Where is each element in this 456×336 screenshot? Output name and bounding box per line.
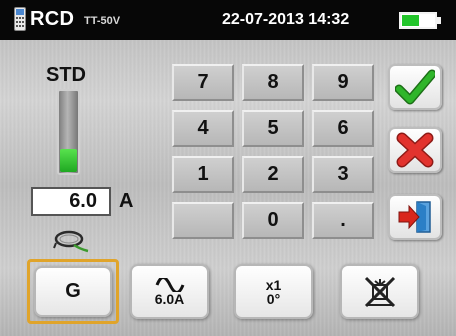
current-unit: A [119,190,134,212]
key-6[interactable]: 6 [312,110,374,147]
key-2[interactable]: 2 [242,156,304,193]
meter-icon [14,7,26,31]
screen: RCD TT-50V 22-07-2013 14:32 STD 6.0 A 7 … [0,0,456,336]
std-label: STD [46,64,86,86]
key-3[interactable]: 3 [312,156,374,193]
confirm-button[interactable] [388,64,442,110]
key-5[interactable]: 5 [242,110,304,147]
key-4[interactable]: 4 [172,110,234,147]
current-value-field[interactable]: 6.0 [31,187,111,216]
x-icon [396,132,434,168]
datetime: 22-07-2013 14:32 [222,11,350,28]
exit-button[interactable] [388,194,442,240]
key-7[interactable]: 7 [172,64,234,101]
battery-tip [437,17,441,24]
key-8[interactable]: 8 [242,64,304,101]
sine-wave-icon [155,277,184,292]
level-bar-fill [60,149,77,172]
multiplier-angle-button[interactable]: x1 0° [234,264,313,319]
clamp-icon [53,230,89,253]
waveform-current-label: 6.0A [154,290,185,307]
battery-level-fill [402,15,419,26]
check-icon [395,69,435,105]
waveform-current-button[interactable]: 6.0A [130,264,209,319]
page-title: RCD [30,8,75,30]
key-0[interactable]: 0 [242,202,304,239]
exit-icon [398,201,431,233]
test-type-label: G [65,280,81,302]
disabled-option-button[interactable] [340,264,419,319]
key-decimal[interactable]: . [312,202,374,239]
key-1[interactable]: 1 [172,156,234,193]
angle-label: 0° [266,290,281,307]
test-type-g-button[interactable]: G [34,266,112,317]
key-9[interactable]: 9 [312,64,374,101]
key-blank[interactable] [172,202,234,239]
numeric-keypad: 7 8 9 4 5 6 1 2 3 0 . [172,64,382,248]
level-bar [57,89,80,175]
header-bar: RCD TT-50V 22-07-2013 14:32 [0,0,456,40]
battery-icon [399,12,437,29]
cancel-button[interactable] [388,127,442,173]
multiplier-label: x1 [265,276,282,293]
disabled-icon [364,276,395,307]
mode-subtitle: TT-50V [84,15,121,27]
